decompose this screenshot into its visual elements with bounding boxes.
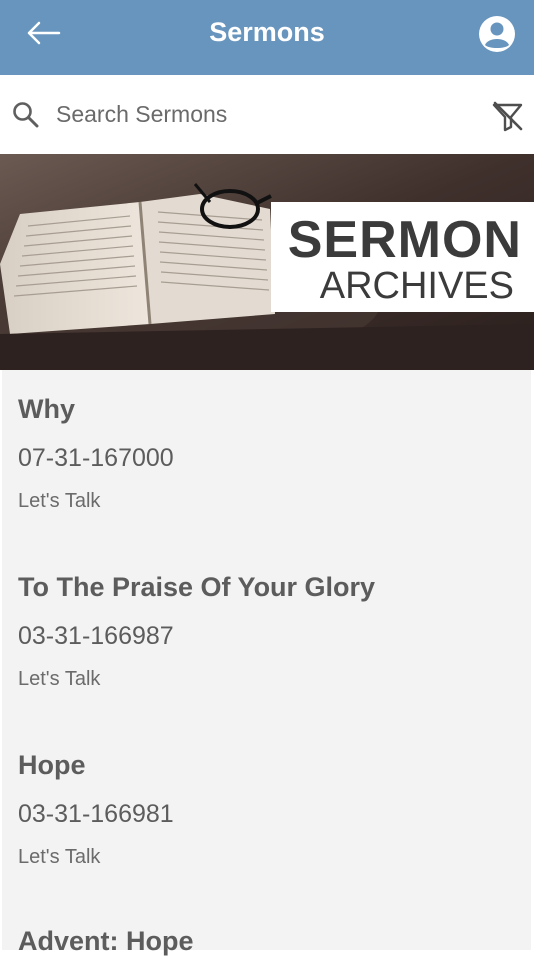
sermon-archives-banner: SERMON ARCHIVES [0,154,534,370]
app-bar: Sermons [0,0,534,75]
sermon-card[interactable]: Advent: Hope [2,904,531,956]
sermon-speaker: Let's Talk [18,668,101,690]
sermon-title: To The Praise Of Your Glory [18,572,376,602]
sermon-card[interactable]: Hope 03-31-166981 Let's Talk [2,726,531,904]
sermon-card[interactable]: Why 07-31-167000 Let's Talk [2,370,531,548]
search-icon [13,102,39,128]
clear-filter-button[interactable] [490,99,526,133]
banner-label: SERMON ARCHIVES [271,202,534,312]
page-title: Sermons [209,17,325,47]
banner-subheading: ARCHIVES [319,265,514,307]
filter-off-icon [492,101,523,132]
sermon-speaker: Let's Talk [18,846,101,868]
sermon-date: 03-31-166981 [18,800,174,828]
account-button[interactable] [477,14,517,54]
search-input[interactable] [56,95,456,133]
sermon-speaker: Let's Talk [18,490,101,512]
search-bar [0,75,534,154]
sermon-card[interactable]: To The Praise Of Your Glory 03-31-166987… [2,548,531,726]
sermon-date: 03-31-166987 [18,622,174,650]
account-circle-icon [479,16,515,52]
banner-heading: SERMON [287,211,522,269]
sermon-date: 07-31-167000 [18,444,174,472]
sermon-title: Hope [18,750,86,780]
sermon-title: Advent: Hope [18,926,194,956]
sermon-title: Why [18,394,75,424]
